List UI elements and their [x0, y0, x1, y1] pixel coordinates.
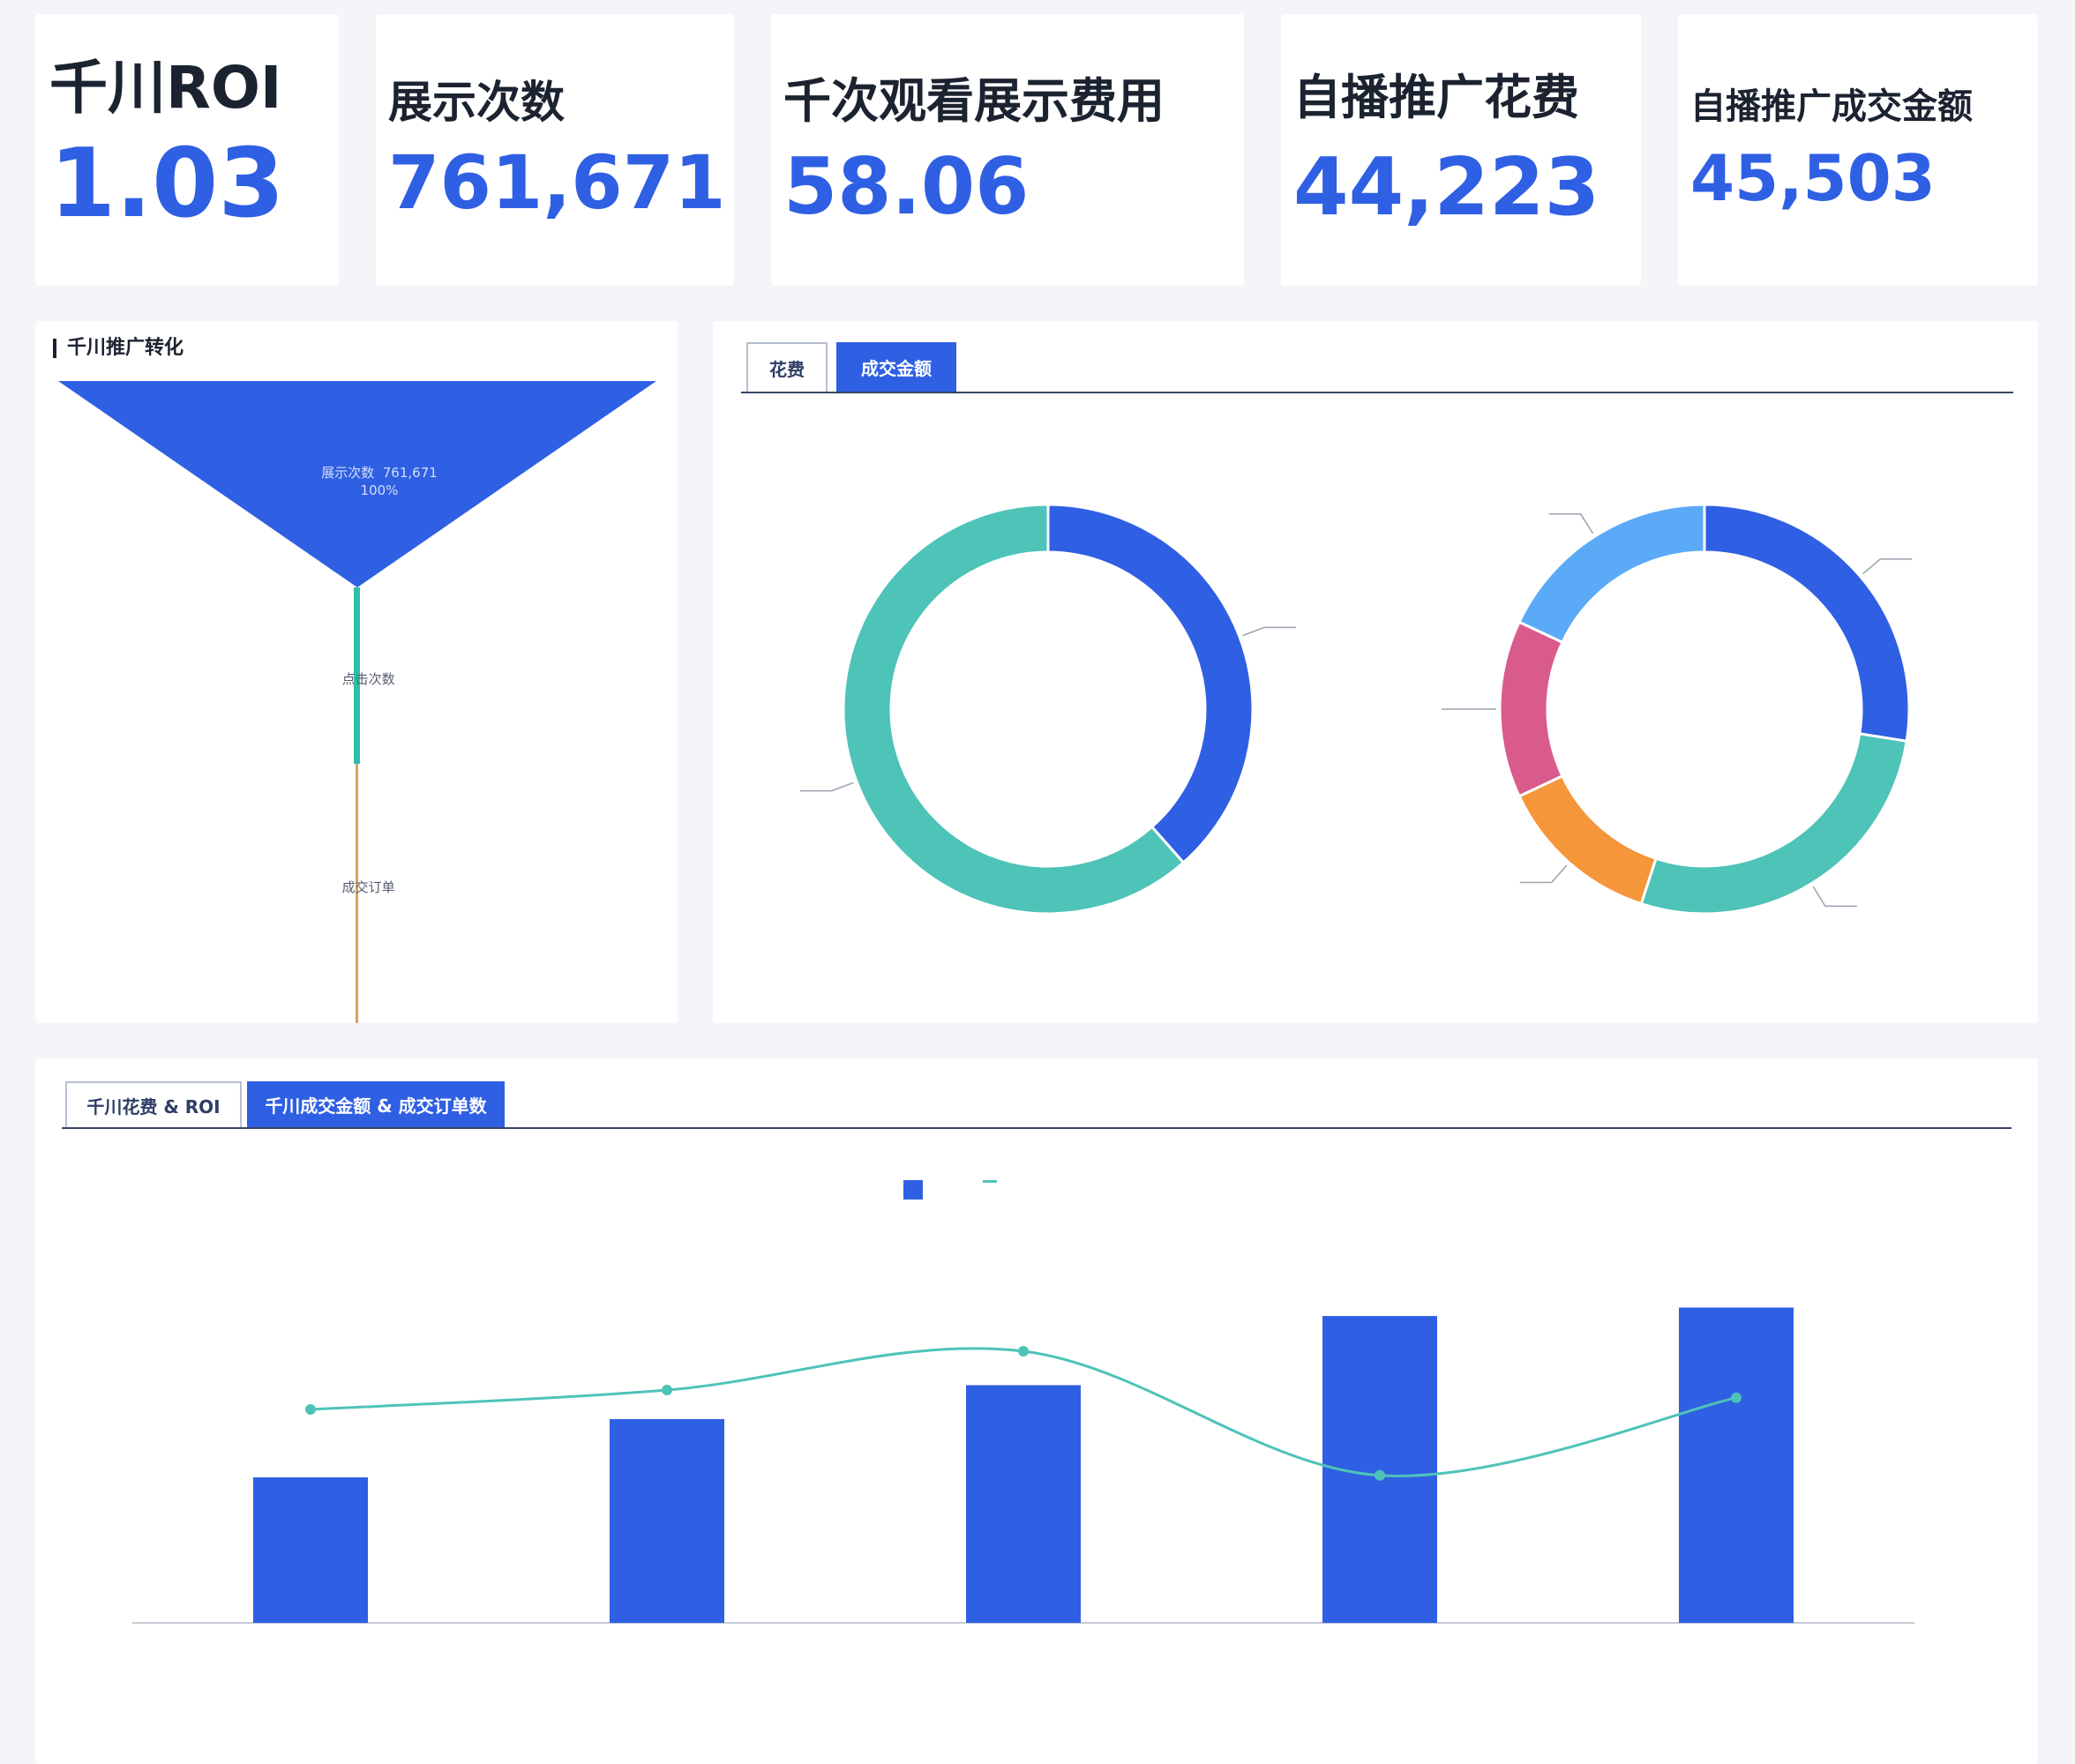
kpi-card-cpm: 千次观看展示费用 58.06 [771, 14, 1244, 286]
trend-chart [132, 1307, 1914, 1624]
line-point[interactable] [662, 1385, 672, 1395]
kpi-card-roi: 千川ROI 1.03 [35, 14, 339, 286]
kpi-label: 展示次数 [388, 77, 565, 128]
funnel-stage-name: 成交订单 [341, 879, 395, 895]
donut-slice[interactable] [1498, 620, 1564, 798]
funnel-stage-name: 点击次数 [341, 671, 395, 687]
funnel-stage-label: 展示次数 761,671 100% [282, 464, 476, 499]
line-point[interactable] [305, 1404, 316, 1415]
kpi-value: 45,503 [1690, 141, 1936, 215]
funnel-stage-value: 761,671 [382, 465, 438, 481]
funnel-panel: 千川推广转化 展示次数 761,671 100% 点击次数 成交订单 [35, 321, 678, 1023]
donut-slice[interactable] [1639, 732, 1908, 916]
kpi-value: 761,671 [388, 139, 726, 226]
kpi-label: 千川ROI [49, 54, 282, 122]
donut-leader-line [799, 781, 854, 792]
donut-leader-line [1519, 864, 1568, 884]
funnel-stage-name: 展示次数 [321, 465, 375, 481]
donut-leader-line [1862, 558, 1913, 575]
donut-panel: 花费 成交金额 [713, 321, 2038, 1023]
kpi-label: 千次观看展示费用 [783, 73, 1165, 129]
funnel-stage-label: 点击次数 [282, 670, 459, 688]
bar[interactable] [253, 1477, 368, 1623]
donut-slice[interactable] [1703, 503, 1911, 744]
funnel-stage-label: 成交订单 [282, 878, 459, 896]
kpi-label: 自播推广花费 [1293, 70, 1579, 125]
kpi-card-impressions: 展示次数 761,671 [376, 14, 734, 286]
line-point[interactable] [1375, 1469, 1385, 1481]
donut-slice[interactable] [1046, 503, 1255, 865]
line-point[interactable] [1731, 1392, 1742, 1403]
bar[interactable] [966, 1385, 1081, 1624]
donut-charts [799, 503, 1913, 916]
kpi-value: 1.03 [49, 129, 285, 239]
kpi-value: 58.06 [783, 141, 1030, 232]
donut-leader-line [1242, 626, 1297, 637]
donut-leader-line [1812, 886, 1857, 908]
donut-slice[interactable] [1517, 503, 1706, 645]
trend-panel: 千川花费 & ROI 千川成交金额 & 成交订单数 [35, 1058, 2038, 1764]
kpi-card-spend: 自播推广花费 44,223 [1281, 14, 1641, 286]
donut-leader-line [1548, 513, 1594, 534]
bar[interactable] [1679, 1307, 1794, 1624]
bar[interactable] [610, 1419, 724, 1623]
kpi-card-gmv: 自播推广成交金额 45,503 [1678, 14, 2038, 286]
kpi-value: 44,223 [1293, 141, 1600, 234]
kpi-label: 自播推广成交金额 [1690, 86, 1973, 127]
donut-slice[interactable] [1517, 774, 1658, 906]
line-point[interactable] [1018, 1346, 1029, 1357]
funnel-stage-rate: 100% [360, 482, 399, 498]
